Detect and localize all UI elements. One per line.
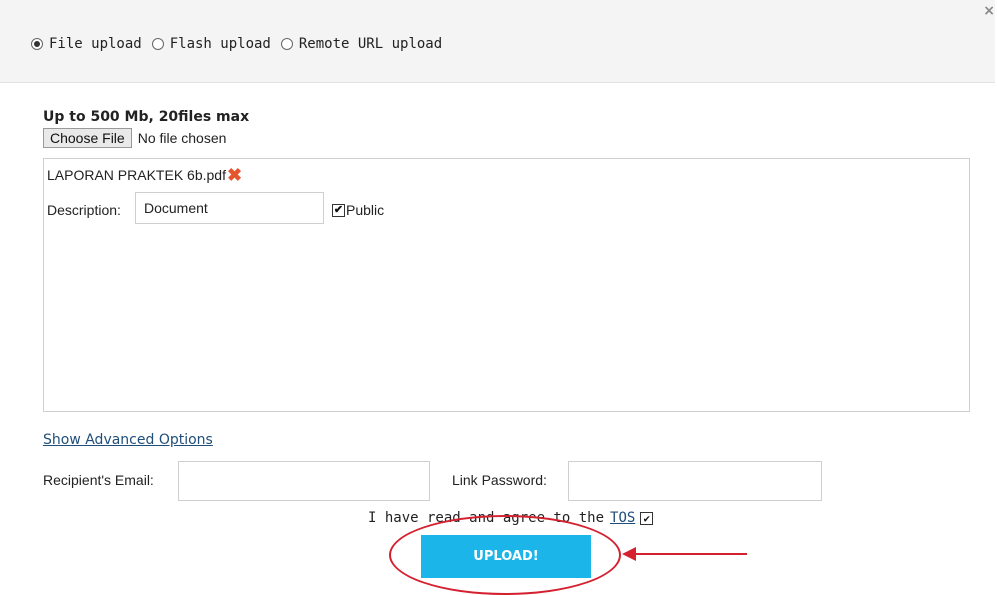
radio-unselected-icon[interactable] bbox=[151, 38, 164, 50]
radio-flash-upload-label: Flash upload bbox=[169, 36, 271, 52]
tos-agreement: I have read and agree to the TOS ✔ bbox=[368, 510, 654, 526]
radio-file-upload-label: File upload bbox=[49, 36, 142, 52]
public-label: Public bbox=[346, 202, 385, 218]
upload-button[interactable]: UPLOAD! bbox=[421, 535, 591, 578]
description-input[interactable] bbox=[135, 192, 324, 224]
tos-checkbox[interactable]: ✔ bbox=[640, 511, 654, 525]
description-label: Description: bbox=[47, 202, 121, 218]
public-checkbox-group[interactable]: ✔ Public bbox=[332, 202, 384, 218]
upload-mode-bar: File upload Flash upload Remote URL uplo… bbox=[0, 0, 995, 83]
annotation-arrow-icon bbox=[622, 547, 747, 561]
file-list-box: LAPORAN PRAKTEK 6b.pdf ✖ Description: ✔ … bbox=[43, 158, 970, 412]
recipient-email-label: Recipient's Email: bbox=[43, 472, 154, 488]
link-password-input[interactable] bbox=[568, 461, 822, 501]
recipient-email-input[interactable] bbox=[178, 461, 430, 501]
file-status-text: No file chosen bbox=[137, 130, 227, 146]
radio-selected-icon[interactable] bbox=[31, 38, 43, 50]
file-entry: LAPORAN PRAKTEK 6b.pdf ✖ bbox=[47, 166, 242, 184]
upload-limit-text: Up to 500 Mb, 20files max bbox=[43, 109, 250, 125]
tos-link[interactable]: TOS bbox=[610, 510, 635, 526]
radio-remote-url-upload[interactable]: Remote URL upload bbox=[280, 36, 443, 52]
radio-flash-upload[interactable]: Flash upload bbox=[151, 36, 271, 52]
choose-file-button[interactable]: Choose File bbox=[43, 128, 132, 148]
upload-mode-group: File upload Flash upload Remote URL uplo… bbox=[31, 36, 452, 52]
radio-file-upload[interactable]: File upload bbox=[31, 36, 142, 52]
close-icon[interactable]: × bbox=[983, 3, 995, 19]
file-name: LAPORAN PRAKTEK 6b.pdf bbox=[47, 167, 226, 183]
show-advanced-options-link[interactable]: Show Advanced Options bbox=[43, 432, 213, 448]
radio-unselected-icon[interactable] bbox=[280, 38, 293, 50]
public-checkbox[interactable]: ✔ bbox=[332, 203, 345, 217]
radio-remote-url-label: Remote URL upload bbox=[298, 36, 443, 52]
file-chooser: Choose File No file chosen bbox=[43, 127, 226, 149]
tos-text: I have read and agree to the bbox=[368, 510, 605, 526]
link-password-label: Link Password: bbox=[452, 472, 547, 488]
remove-file-icon[interactable]: ✖ bbox=[227, 166, 242, 184]
